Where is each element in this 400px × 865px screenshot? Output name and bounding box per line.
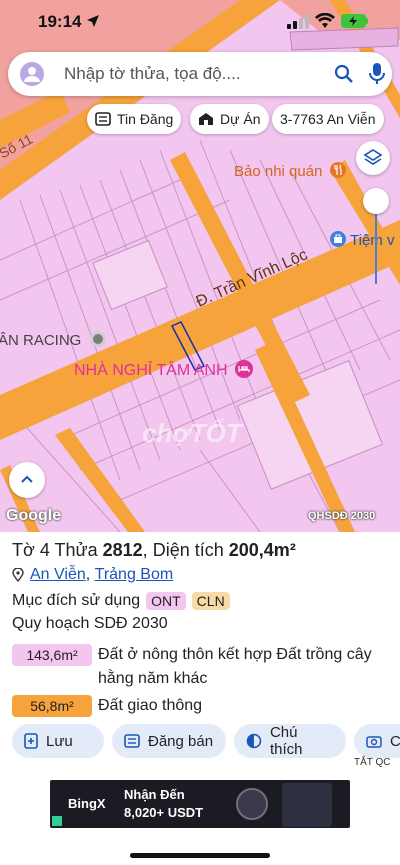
wifi-icon xyxy=(315,13,335,28)
hide-ads-link[interactable]: TẮT QC xyxy=(354,757,390,768)
battery-charging-icon xyxy=(341,14,368,28)
parcel-title: Tờ 4 Thửa 2812, Diện tích 200,4m² xyxy=(12,540,296,560)
layer-label: QHSDĐ 2030 xyxy=(308,510,376,522)
status-bar: 19:14 xyxy=(0,0,400,46)
camera-button[interactable]: C xyxy=(354,724,400,758)
hotel-icon xyxy=(234,360,253,378)
poi-store[interactable]: Tiệm v xyxy=(330,231,394,249)
zone-area-badge: 143,6m² xyxy=(12,644,92,666)
zone-area-badge: 56,8m² xyxy=(12,695,92,717)
ad-banner[interactable]: BingX Nhận Đến 8,020+ USDT xyxy=(50,780,350,828)
building-icon xyxy=(199,113,213,125)
ad-choices-icon[interactable] xyxy=(52,816,62,826)
chip-projects-label: Dự Án xyxy=(220,111,261,127)
post-sale-button[interactable]: Đăng bán xyxy=(112,724,226,758)
poi-restaurant[interactable]: Bảo nhi quán xyxy=(234,162,346,180)
land-use-purpose: Mục đích sử dụng ONT CLN xyxy=(12,592,230,610)
purpose-badge-cln: CLN xyxy=(191,592,230,610)
opacity-slider-handle[interactable] xyxy=(363,188,389,214)
save-button-label: Lưu xyxy=(46,732,73,750)
poi-restaurant-label: Bảo nhi quán xyxy=(234,163,323,180)
commune-link[interactable]: An Viễn xyxy=(30,566,86,584)
chip-listings[interactable]: Tin Đăng xyxy=(87,104,182,134)
poi-hotel-label: NHÀ NGHỈ TÂM ANH xyxy=(74,362,228,379)
title-area-label: Diện tích xyxy=(152,540,224,560)
phone-image xyxy=(282,783,332,827)
microphone-icon[interactable] xyxy=(368,62,386,86)
ad-headline: Nhận Đến xyxy=(124,787,185,802)
listing-icon xyxy=(95,112,111,126)
title-sheet-label: Tờ xyxy=(12,540,35,560)
sheet-number: 4 xyxy=(39,540,50,560)
bookmark-plus-icon xyxy=(24,733,38,749)
contrast-icon xyxy=(246,733,262,749)
poi-racing-label: ÂN RACING xyxy=(0,332,82,349)
title-parcel-label: Thửa xyxy=(54,540,98,560)
layers-icon xyxy=(363,149,383,165)
google-logo: Google xyxy=(6,507,62,524)
home-indicator[interactable] xyxy=(130,853,270,858)
chip-listings-label: Tin Đăng xyxy=(117,111,174,127)
parcel-location: An Viễn, Trảng Bom xyxy=(12,566,173,584)
purpose-label: Mục đích sử dụng xyxy=(12,592,141,609)
camera-button-label: C xyxy=(390,732,400,750)
zone-description: Đất ở nông thôn kết hợp Đất trồng cây hằ… xyxy=(98,646,372,687)
listing-icon xyxy=(124,734,140,748)
poi-store-label: Tiệm v xyxy=(350,232,395,249)
status-time: 19:14 xyxy=(38,12,82,31)
chip-parcel-label: 3-7763 An Viễn xyxy=(280,111,376,127)
place-icon xyxy=(89,331,106,347)
search-bar[interactable]: Nhập tờ thửa, tọa độ.... xyxy=(8,52,392,96)
search-input[interactable]: Nhập tờ thửa, tọa độ.... xyxy=(64,64,241,84)
chip-projects[interactable]: Dự Án xyxy=(190,104,269,134)
action-bar: Lưu Đăng bán Chú thích C xyxy=(0,724,400,764)
store-icon xyxy=(330,231,346,247)
chevron-up-icon xyxy=(21,475,33,483)
poi-hotel[interactable]: NHÀ NGHỈ TÂM ANH xyxy=(74,360,253,380)
layers-button[interactable] xyxy=(356,141,390,175)
parcel-number: 2812 xyxy=(102,540,143,560)
user-icon xyxy=(24,67,40,82)
ad-amount: 8,020+ USDT xyxy=(124,805,204,820)
plan-heading: Quy hoạch SDĐ 2030 xyxy=(12,615,168,632)
chip-parcel[interactable]: 3-7763 An Viễn xyxy=(272,104,384,134)
restaurant-icon xyxy=(329,162,346,178)
post-sale-button-label: Đăng bán xyxy=(148,732,214,750)
poi-racing[interactable]: ÂN RACING xyxy=(0,331,106,349)
zone-description: Đất giao thông xyxy=(98,697,203,714)
district-link[interactable]: Trảng Bom xyxy=(95,566,174,584)
chotot-watermark: chợTỐT xyxy=(142,418,242,448)
expand-up-button[interactable] xyxy=(9,462,45,498)
parcel-info-panel: Tờ 4 Thửa 2812, Diện tích 200,4m² An Viễ… xyxy=(0,532,400,772)
ad-brand: BingX xyxy=(68,796,106,811)
location-arrow-icon xyxy=(87,15,99,27)
camera-icon xyxy=(366,736,382,748)
legend-button[interactable]: Chú thích xyxy=(234,724,346,758)
parcel-area: 200,4m² xyxy=(228,540,296,560)
purpose-badge-ont: ONT xyxy=(146,592,186,610)
legend-button-label: Chú thích xyxy=(269,724,303,758)
avatar[interactable] xyxy=(20,62,44,86)
signal-icon xyxy=(287,15,309,29)
coin-icon xyxy=(236,788,268,820)
search-icon[interactable] xyxy=(334,64,354,84)
map-pin-icon xyxy=(12,568,24,582)
save-button[interactable]: Lưu xyxy=(12,724,104,758)
